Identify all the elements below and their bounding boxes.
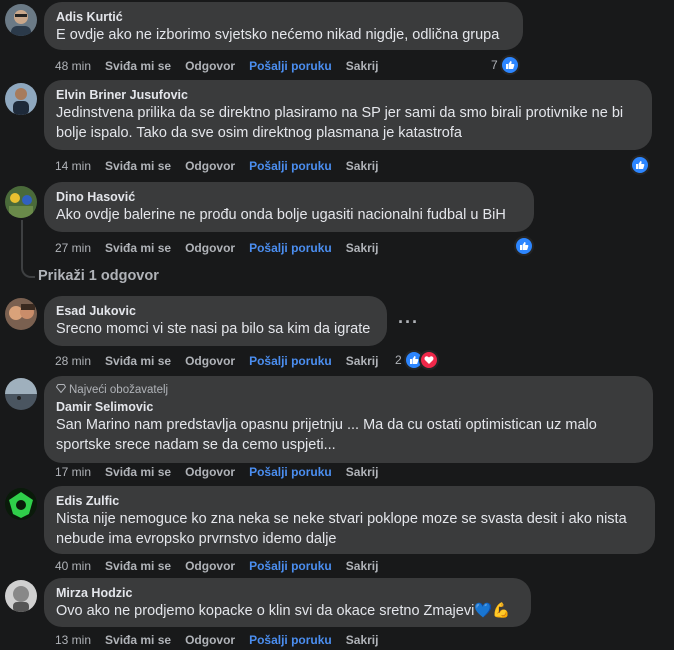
like-button[interactable]: Sviđa mi se (105, 59, 171, 73)
like-icon (514, 236, 534, 256)
comment-author[interactable]: Edis Zulfic (56, 493, 643, 509)
comment-actions: 28 min Sviđa mi se Odgovor Pošalji poruku Sa… (55, 353, 392, 369)
comment-author[interactable]: Adis Kurtić (56, 9, 511, 25)
diamond-icon (55, 383, 67, 397)
comment-author[interactable]: Damir Selimovic (56, 399, 641, 415)
comment-actions: 40 min Sviđa mi se Odgovor Pošalji poruku Sa… (55, 558, 392, 574)
comment-time[interactable]: 14 min (55, 159, 91, 173)
like-icon (630, 155, 650, 175)
hide-button[interactable]: Sakrij (346, 354, 379, 368)
avatar[interactable] (5, 83, 37, 115)
comment-author[interactable]: Esad Jukovic (56, 303, 375, 319)
comment-bubble: Adis Kurtić E ovdje ako ne izborimo svje… (44, 2, 523, 50)
comment-text: San Marino nam predstavlja opasnu prijet… (56, 417, 597, 453)
comment-time[interactable]: 40 min (55, 559, 91, 573)
like-button[interactable]: Sviđa mi se (105, 465, 171, 479)
reply-thread-line (21, 220, 35, 278)
comment-time[interactable]: 48 min (55, 59, 91, 73)
send-message-button[interactable]: Pošalji poruku (249, 465, 332, 479)
comment-text: Nista nije nemoguce ko zna neka se neke … (56, 511, 627, 547)
comment-bubble: Mirza Hodzic Ovo ako ne prodjemo kopacke… (44, 578, 531, 627)
avatar[interactable] (5, 186, 37, 218)
badge-label: Najveći obožavatelj (69, 384, 169, 396)
send-message-button[interactable]: Pošalji poruku (249, 354, 332, 368)
send-message-button[interactable]: Pošalji poruku (249, 241, 332, 255)
comment-text: Jedinstvena prilika da se direktno plasi… (56, 105, 624, 141)
comment-author[interactable]: Dino Hasović (56, 189, 522, 205)
reply-button[interactable]: Odgovor (185, 465, 235, 479)
reaction-summary[interactable]: 7 (491, 55, 520, 75)
avatar[interactable] (5, 488, 37, 520)
comment-author[interactable]: Mirza Hodzic (56, 585, 519, 601)
reply-button[interactable]: Odgovor (185, 241, 235, 255)
comment-author[interactable]: Elvin Briner Jusufovic (56, 87, 640, 103)
comment-time[interactable]: 28 min (55, 354, 91, 368)
like-button[interactable]: Sviđa mi se (105, 354, 171, 368)
reaction-count: 7 (491, 58, 498, 72)
hide-button[interactable]: Sakrij (346, 241, 379, 255)
avatar[interactable] (5, 4, 37, 36)
comment-actions: 48 min Sviđa mi se Odgovor Pošalji poruku Sa… (55, 58, 392, 74)
comment-bubble: Esad Jukovic Srecno momci vi ste nasi pa… (44, 296, 387, 346)
comment-bubble: Edis Zulfic Nista nije nemoguce ko zna n… (44, 486, 655, 554)
comment-text: Ovo ako ne prodjemo kopacke o klin svi d… (56, 603, 511, 619)
like-icon (499, 55, 520, 75)
comment-time[interactable]: 13 min (55, 633, 91, 647)
reply-button[interactable]: Odgovor (185, 559, 235, 573)
like-button[interactable]: Sviđa mi se (105, 159, 171, 173)
view-replies-link[interactable]: Prikaži 1 odgovor (38, 268, 159, 284)
comment-text: Srecno momci vi ste nasi pa bilo sa kim … (56, 321, 371, 337)
more-options-icon[interactable]: ··· (398, 312, 419, 333)
reply-button[interactable]: Odgovor (185, 159, 235, 173)
hide-button[interactable]: Sakrij (346, 59, 379, 73)
comment-actions: 27 min Sviđa mi se Odgovor Pošalji poruku Sa… (55, 240, 392, 256)
send-message-button[interactable]: Pošalji poruku (249, 59, 332, 73)
heart-icon (418, 350, 439, 370)
avatar[interactable] (5, 378, 37, 410)
hide-button[interactable]: Sakrij (346, 159, 379, 173)
comment-bubble: Najveći obožavatelj Damir Selimovic San … (44, 376, 653, 463)
comment-text: E ovdje ako ne izborimo svjetsko nećemo … (56, 27, 500, 43)
comment-time[interactable]: 17 min (55, 465, 91, 479)
reply-button[interactable]: Odgovor (185, 59, 235, 73)
comment-actions: 13 min Sviđa mi se Odgovor Pošalji poruku Sa… (55, 632, 392, 648)
send-message-button[interactable]: Pošalji poruku (249, 633, 332, 647)
top-fan-badge: Najveći obožavatelj (55, 383, 641, 397)
like-button[interactable]: Sviđa mi se (105, 633, 171, 647)
send-message-button[interactable]: Pošalji poruku (249, 559, 332, 573)
reply-button[interactable]: Odgovor (185, 633, 235, 647)
like-button[interactable]: Sviđa mi se (105, 241, 171, 255)
reaction-summary[interactable] (514, 236, 534, 256)
comment-bubble: Elvin Briner Jusufovic Jedinstvena prili… (44, 80, 652, 150)
reaction-count: 2 (395, 353, 402, 367)
comment-actions: 14 min Sviđa mi se Odgovor Pošalji poruku Sa… (55, 158, 392, 174)
reply-button[interactable]: Odgovor (185, 354, 235, 368)
like-button[interactable]: Sviđa mi se (105, 559, 171, 573)
comment-time[interactable]: 27 min (55, 241, 91, 255)
hide-button[interactable]: Sakrij (346, 633, 379, 647)
comment-actions: 17 min Sviđa mi se Odgovor Pošalji poruku Sa… (55, 464, 392, 480)
comment-text: Ako ovdje balerine ne prođu onda bolje u… (56, 207, 506, 223)
reaction-summary[interactable] (630, 155, 650, 175)
reaction-summary[interactable]: 2 (395, 350, 439, 370)
avatar[interactable] (5, 298, 37, 330)
hide-button[interactable]: Sakrij (346, 465, 379, 479)
hide-button[interactable]: Sakrij (346, 559, 379, 573)
send-message-button[interactable]: Pošalji poruku (249, 159, 332, 173)
comment-bubble: Dino Hasović Ako ovdje balerine ne prođu… (44, 182, 534, 232)
avatar[interactable] (5, 580, 37, 612)
